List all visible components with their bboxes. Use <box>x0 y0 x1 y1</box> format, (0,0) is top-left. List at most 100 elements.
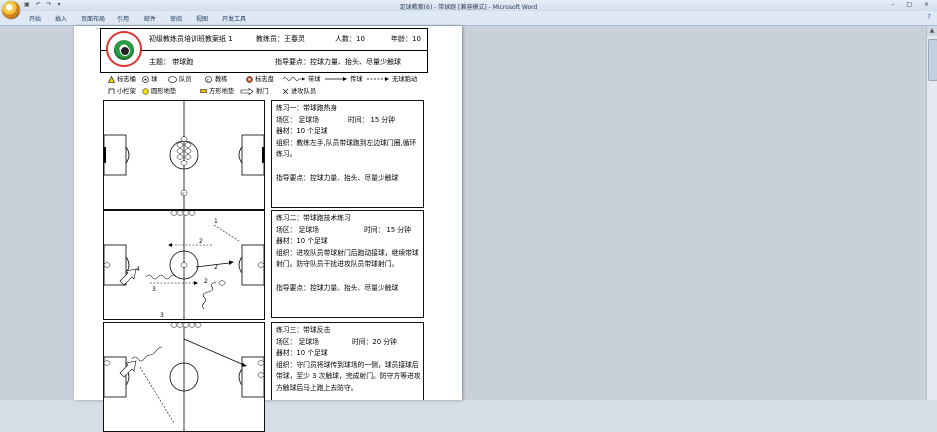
ball-icon <box>142 75 149 83</box>
exercise1-time: 时间： 15 分钟 <box>348 115 395 124</box>
help-icon[interactable]: ? <box>927 13 931 21</box>
ribbon: 开始 插入 页面布局 引用 邮件 审阅 视图 开发工具 ? <box>0 11 937 26</box>
exercise3-area: 场区： 足球场 <box>276 337 319 346</box>
player-icon <box>168 75 177 83</box>
legend-item: 标志盘 <box>246 74 274 83</box>
legend-label: 标志桶 <box>117 76 136 83</box>
small-goal-icon <box>108 88 115 94</box>
diagram-number: 1 <box>214 218 218 225</box>
scroll-thumb[interactable] <box>928 39 937 81</box>
exercise3-equipment: 器材：10 个足球 <box>276 349 328 358</box>
document-page[interactable]: ⌐ 初级教练员培训班教案纸 1 教练员：王春灵 人数：10 年龄：10 主题： … <box>74 26 462 432</box>
lesson-title: 初级教练员培训班教案纸 1 <box>149 35 233 43</box>
legend-item: 小栏架 <box>108 86 136 95</box>
legend-label: 圆形地垫 <box>151 88 177 95</box>
exercise1-org-line1: 组织：教练左手,队员带球跑到左边球门圈,循环 <box>276 138 417 147</box>
header-divider <box>101 50 427 51</box>
legend: 标志桶 球 队员 c 教练 标志盘 带球 传球 无球跑动 小栏架 圆形地垫 方形地… <box>100 72 430 98</box>
tab-references[interactable]: 引用 <box>117 14 129 23</box>
round-mat-icon <box>142 87 149 95</box>
svg-text:c: c <box>182 191 184 196</box>
theme-label: 主题： 带球跑 <box>149 58 194 66</box>
office-button[interactable] <box>2 1 20 19</box>
exercise2-name: 练习二：带球跑技术练习 <box>276 214 351 222</box>
exercise1-org-line2: 练习。 <box>276 150 297 159</box>
window-controls[interactable]: – □ × <box>891 1 934 8</box>
diagram-number: 2 <box>214 264 218 271</box>
legend-label: 带球 <box>308 76 321 83</box>
vertical-scrollbar[interactable]: ▲ <box>926 26 937 400</box>
pitch-diagram-1: c <box>104 101 264 209</box>
tab-review[interactable]: 审阅 <box>170 14 182 23</box>
tab-mailings[interactable]: 邮件 <box>144 14 156 23</box>
legend-label: 传球 <box>350 76 363 83</box>
exercise3-org-line3: 方触球后马上跑上去防守。 <box>276 383 358 392</box>
diagram-number: 4 <box>136 266 140 273</box>
legend-item: 标志桶 <box>108 74 136 83</box>
legend-label: 方形地垫 <box>209 88 235 95</box>
keypoints-label: 指导要点：控球力量、抬头、尽量少触球 <box>275 58 401 66</box>
dribble-line-icon <box>282 77 305 81</box>
association-logo <box>106 31 142 67</box>
scroll-up-icon[interactable]: ▲ <box>927 26 937 36</box>
legend-label: 教练 <box>215 76 228 83</box>
exercise3-time: 时间：20 分钟 <box>352 337 397 346</box>
exercise2-equipment: 器材：10 个足球 <box>276 237 328 246</box>
coach-label: 教练员：王春灵 <box>256 35 305 43</box>
attack-cross-icon <box>282 88 289 94</box>
legend-label: 队员 <box>179 76 192 83</box>
legend-item: c 教练 <box>204 74 228 83</box>
legend-item: 队员 <box>168 74 192 83</box>
coach-icon: c <box>205 75 212 83</box>
tab-developer[interactable]: 开发工具 <box>222 14 246 23</box>
exercise3-org-line2: 带球，至少 3 次触球，完成射门。防守方等进攻 <box>276 372 421 381</box>
exercise3-area-row: 场区： 足球场 时间：20 分钟 <box>276 337 419 349</box>
logo-ball-icon <box>120 46 130 56</box>
legend-label: 小栏架 <box>117 88 136 95</box>
tab-view[interactable]: 视图 <box>196 14 208 23</box>
count-label: 人数：10 <box>335 35 365 43</box>
legend-label: 球 <box>151 76 158 83</box>
legend-label: 进攻队员 <box>291 88 317 95</box>
exercise1-description: 练习一：带球跑热身 场区： 足球场 时间： 15 分钟 器材：10 个足球 组织：… <box>271 100 424 208</box>
exercise2-description: 练习二：带球跑技术练习 场区： 足球场 时间： 15 分钟 器材：10 个足球 组… <box>271 210 424 318</box>
exercise1-equipment: 器材：10 个足球 <box>276 127 328 136</box>
tab-page-layout[interactable]: 页面布局 <box>81 14 105 23</box>
diagram-number: 3 <box>152 286 156 293</box>
triangle-marker-icon <box>108 75 115 83</box>
exercise1-keypoints: 指导要点：控球力量、抬头、尽量少触球 <box>276 173 399 182</box>
legend-item: 射门 <box>240 86 269 95</box>
pitch-diagram-3 <box>104 323 264 431</box>
exercise1-name: 练习一：带球跑热身 <box>276 104 338 112</box>
legend-item: 带球 <box>282 74 321 83</box>
diagram-number: 3 <box>160 312 164 319</box>
disc-marker-icon <box>246 75 253 83</box>
exercise3-description: 练习三：带球反击 场区： 足球场 时间：20 分钟 器材：10 个足球 组织：守门… <box>271 322 424 400</box>
legend-item: 方形地垫 <box>200 86 234 95</box>
tab-home[interactable]: 开始 <box>29 14 41 23</box>
exercise2-time: 时间： 15 分钟 <box>364 225 411 234</box>
exercise3-name: 练习三：带球反击 <box>276 326 331 334</box>
legend-item: 传球 <box>324 74 363 83</box>
exercise3-diagram <box>103 322 265 432</box>
exercise3-org-line1: 组织：守门员将球传到球场的一侧，球员接球后 <box>276 360 419 369</box>
tab-insert[interactable]: 插入 <box>55 14 67 23</box>
legend-label: 标志盘 <box>255 76 274 83</box>
run-dashed-icon <box>367 77 389 81</box>
exercise2-area: 场区： 足球场 <box>276 225 319 234</box>
pitch-diagram-2: 1 2 3 4 2 2 3 <box>104 211 264 319</box>
square-mat-icon <box>200 89 207 93</box>
legend-item: 球 <box>142 74 157 83</box>
legend-item: 无球跑动 <box>366 74 417 83</box>
diagram-number: 2 <box>204 278 208 285</box>
age-label: 年龄：10 <box>391 35 421 43</box>
window-title: 足球教案(6) - 带球跑 [兼容模式] - Microsoft Word <box>399 4 538 11</box>
exercise2-org-line1: 组织：进攻队员带球射门后跑动接球，继续带球 <box>276 248 419 257</box>
shot-arrow-icon <box>240 87 254 95</box>
exercise2-org-line2: 射门。防守队员干扰进攻队员带球射门。 <box>276 260 399 269</box>
diagram-number: 2 <box>199 238 203 245</box>
legend-label: 射门 <box>256 88 269 95</box>
exercise2-diagram: 1 2 3 4 2 2 3 <box>103 210 265 320</box>
